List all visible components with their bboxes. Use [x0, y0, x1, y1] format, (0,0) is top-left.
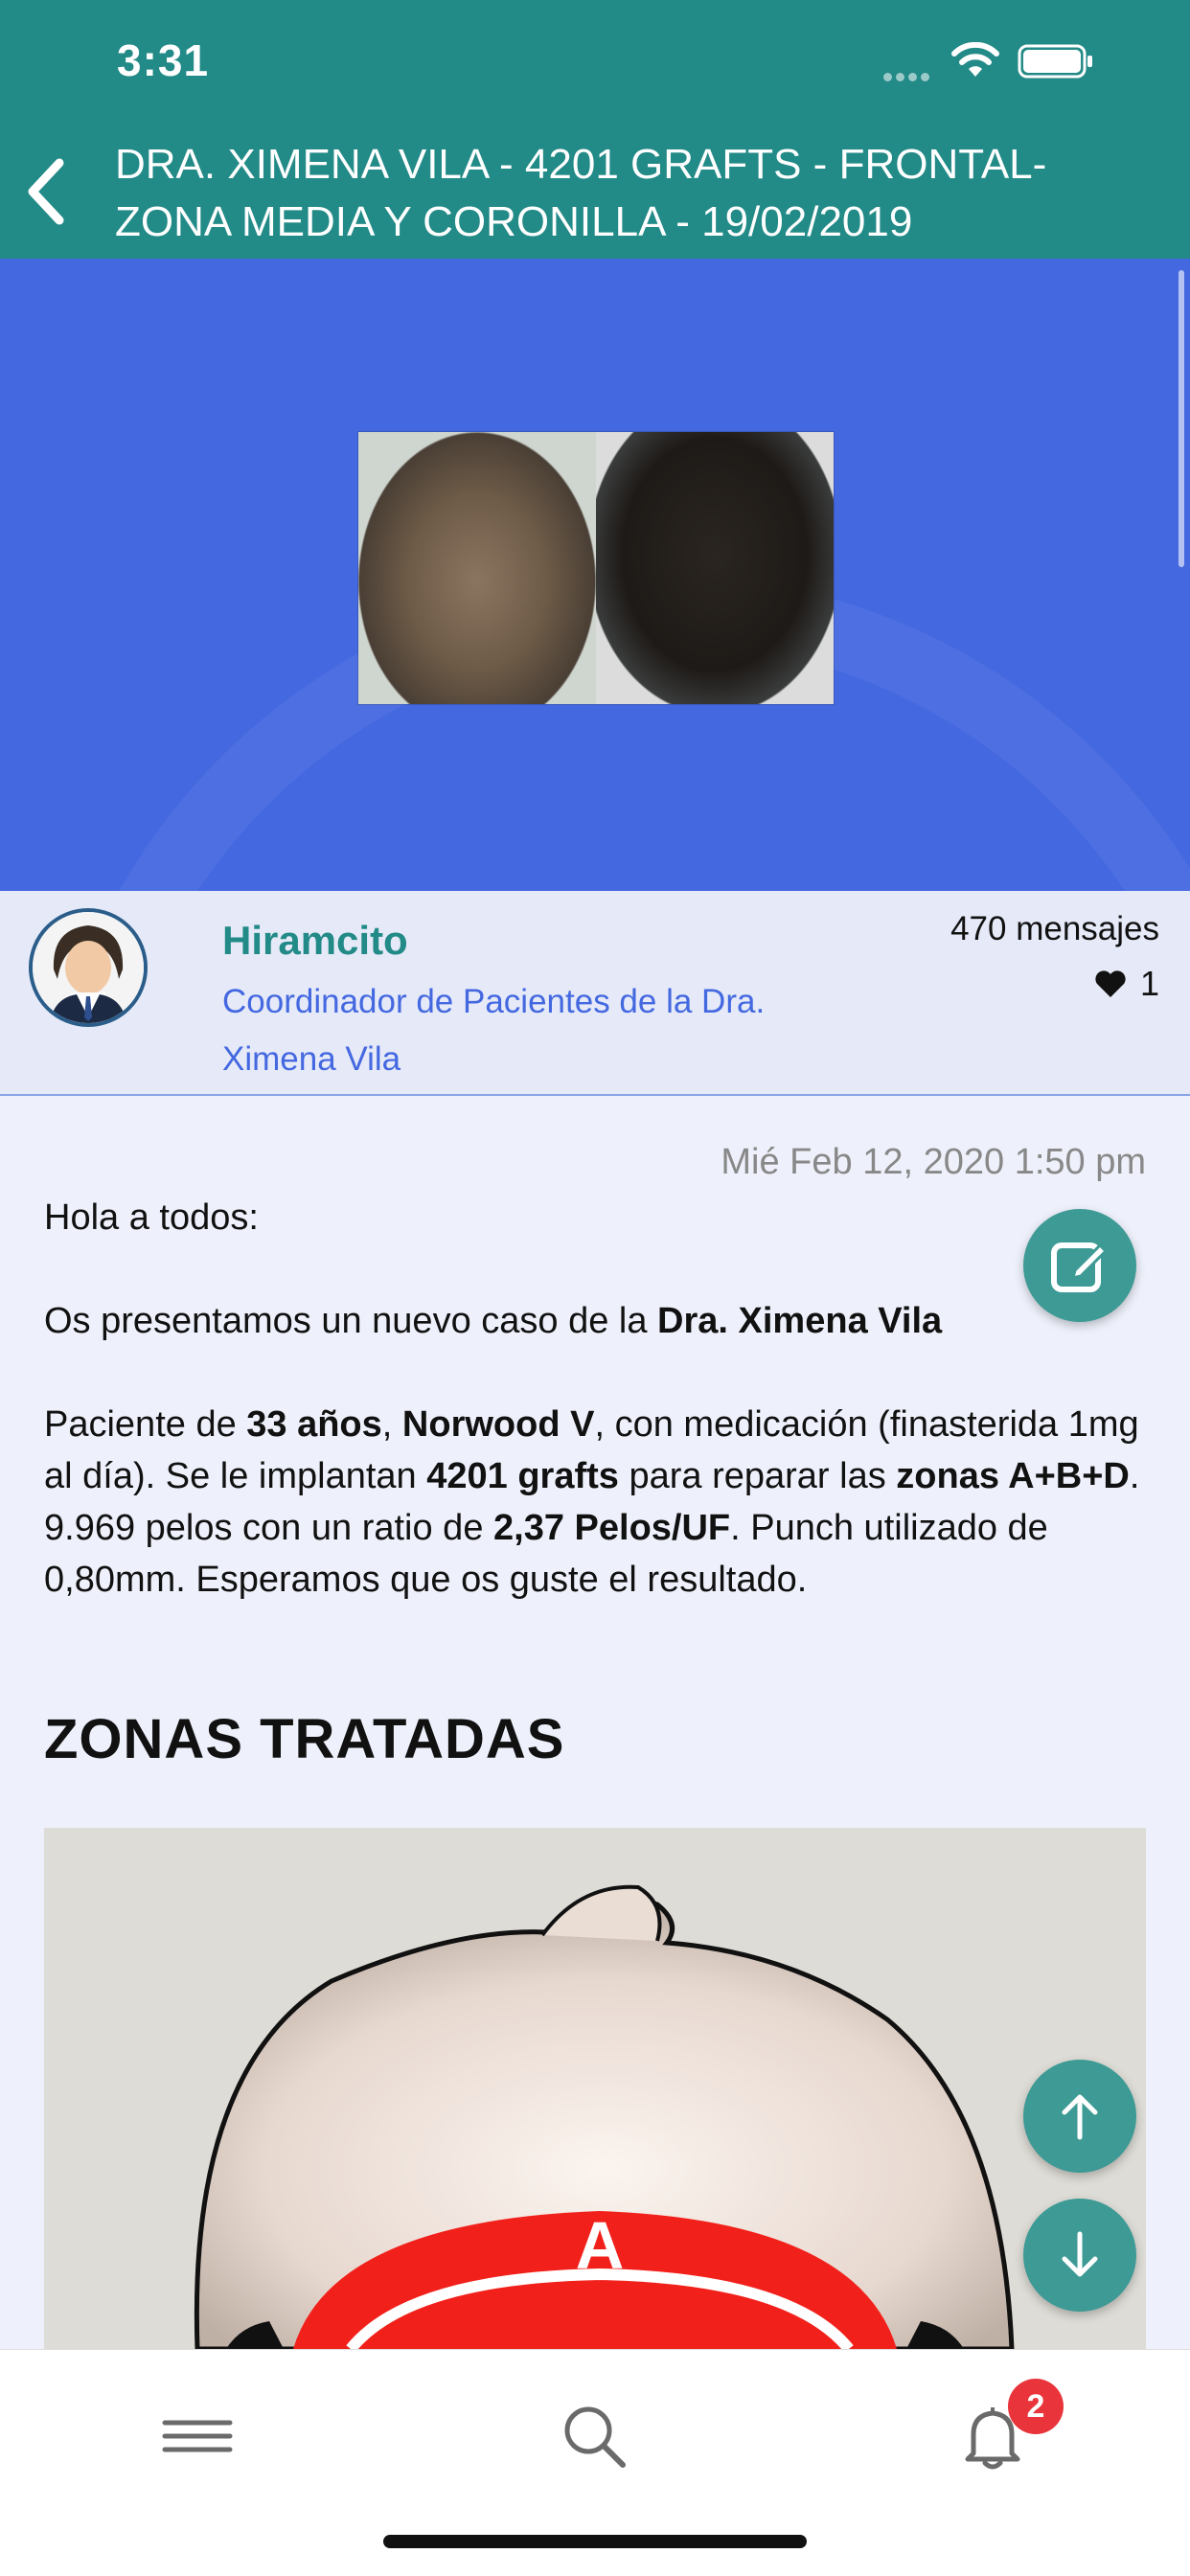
search-icon [564, 2406, 626, 2468]
battery-icon [1018, 44, 1092, 79]
likes-count: 1 [1094, 964, 1159, 1004]
scrollbar[interactable] [1179, 270, 1184, 567]
greeting: Hola a todos: [44, 1197, 259, 1238]
post-body: Hola a todos: Os presentamos un nuevo ca… [44, 1192, 1146, 1657]
zone-a-label: A [576, 2208, 625, 2283]
intro-paragraph: Os presentamos un nuevo caso de la Dra. … [44, 1301, 943, 1341]
author-card: Hiramcito Coordinador de Pacientes de la… [0, 891, 1190, 1096]
thread-title: DRA. XIMENA VILA - 4201 GRAFTS - FRONTAL… [115, 141, 1047, 245]
author-role: Coordinador de Pacientes de la Dra. Xime… [222, 983, 766, 1078]
head-diagram: A [194, 1884, 1015, 2349]
scroll-up-button[interactable] [1023, 2060, 1136, 2173]
edit-icon [1051, 1242, 1109, 1292]
before-photo [358, 432, 596, 704]
section-title: ZONAS TRATADAS [44, 1708, 565, 1770]
heart-icon [1095, 970, 1126, 997]
avatar-illustration [33, 912, 144, 1023]
scroll-down-button[interactable] [1023, 2199, 1136, 2312]
likes-value: 1 [1139, 964, 1159, 1003]
author-name[interactable]: Hiramcito [222, 918, 408, 964]
before-after-photo[interactable] [357, 431, 835, 705]
after-photo [596, 432, 834, 704]
home-indicator[interactable] [383, 2535, 807, 2548]
status-time: 3:31 [117, 35, 210, 85]
post-date: Mié Feb 12, 2020 1:50 pm [721, 1142, 1146, 1182]
arrow-down-icon [1062, 2231, 1098, 2277]
chevron-left-icon [28, 158, 64, 225]
arrow-up-icon [1062, 2094, 1098, 2140]
signal-icon [883, 69, 933, 86]
menu-button[interactable] [159, 2398, 236, 2474]
top-bar: 3:31 DRA. XIMENA VILA - 4201 GRAFTS - FR… [0, 0, 1190, 259]
notification-badge: 2 [1008, 2379, 1064, 2434]
avatar[interactable] [29, 908, 148, 1027]
message-count: 470 mensajes [950, 910, 1159, 947]
menu-icon [162, 2420, 233, 2452]
case-paragraph: Paciente de 33 años, Norwood V, con medi… [44, 1404, 1140, 1600]
compose-button[interactable] [1023, 1209, 1136, 1322]
wifi-icon [951, 42, 999, 77]
back-button[interactable] [19, 153, 86, 230]
hero-banner [0, 259, 1190, 891]
search-button[interactable] [556, 2398, 632, 2474]
status-icons [883, 38, 1133, 81]
treated-zones-image[interactable]: A [44, 1828, 1146, 2349]
